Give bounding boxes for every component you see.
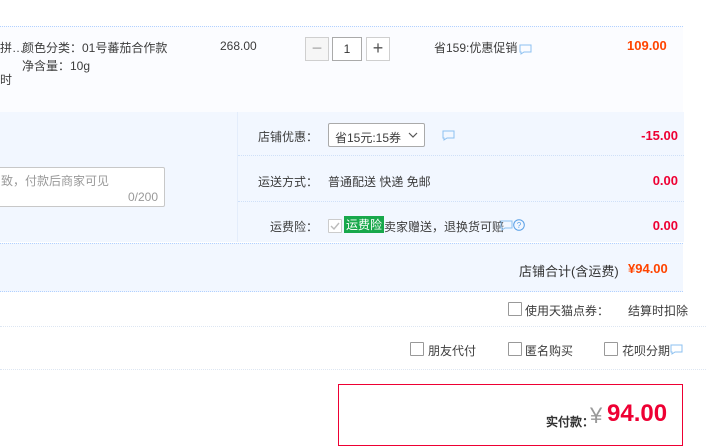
buyer-memo-input[interactable]: 致，付款后商家可见 0/200 [0, 167, 165, 207]
insurance-chat-icon[interactable] [500, 220, 513, 231]
svg-text:?: ? [517, 221, 522, 230]
item-subtotal: 109.00 [627, 38, 667, 53]
payment-label: 实付款： [546, 415, 595, 429]
discount-chat-icon[interactable] [442, 130, 455, 141]
item-title-fragment-2: 时 [0, 73, 13, 87]
divider [0, 326, 706, 327]
item-title-fragment[interactable]: 拼… [0, 39, 24, 56]
item-promo: 省159:优惠促销 [434, 41, 518, 55]
shop-total-amount: ¥94.00 [628, 261, 668, 276]
payment-summary-box: 实付款： ¥ 94.00 [338, 384, 683, 446]
friend-pay-label: 朋友代付 [428, 344, 477, 358]
shipping-amount: 0.00 [652, 173, 678, 188]
insurance-amount: 0.00 [652, 218, 678, 233]
tmall-points-checkbox[interactable] [508, 302, 522, 316]
shop-discount-amount: -15.00 [641, 128, 678, 143]
tmall-points-label: 使用天猫点券： [525, 304, 610, 318]
tmall-points-note: 结算时扣除 [628, 304, 689, 318]
anonymous-label: 匿名购买 [525, 344, 574, 358]
shop-discount-select[interactable]: 省15元:15券 [328, 123, 425, 147]
huabei-chat-icon[interactable] [670, 344, 683, 355]
anonymous-checkbox[interactable] [508, 342, 522, 356]
memo-counter: 0/200 [127, 190, 158, 204]
insurance-label: 运费险： [270, 220, 319, 234]
divider-2 [0, 369, 706, 370]
order-item-row: 拼… 时 颜色分类：01号蕃茄合作款 净含量：10g 268.00 − 1 + … [0, 26, 683, 113]
order-extra-area: 致，付款后商家可见 0/200 店铺优惠： 省15元:15券 -15.00 运送… [0, 112, 684, 242]
huabei-checkbox[interactable] [604, 342, 618, 356]
item-sku-color: 颜色分类：01号蕃茄合作款 [22, 41, 168, 55]
shop-total-row: 店铺合计(含运费) ¥94.00 [0, 243, 683, 292]
shop-discount-label: 店铺优惠： [258, 130, 319, 144]
payment-amount: 94.00 [607, 400, 668, 427]
quantity-input[interactable]: 1 [332, 37, 362, 61]
order-options-panel: 店铺优惠： 省15元:15券 -15.00 运送方式： 普通配送 快递 免邮 0… [237, 112, 684, 242]
item-sku-weight: 净含量：10g [22, 59, 91, 73]
huabei-label: 花呗分期 [622, 344, 671, 358]
check-icon [330, 222, 340, 231]
friend-pay-checkbox[interactable] [410, 342, 424, 356]
insurance-checkbox[interactable] [328, 219, 342, 233]
quantity-decrease-button[interactable]: − [305, 37, 329, 61]
shop-total-label: 店铺合计(含运费) [519, 264, 619, 279]
quantity-increase-button[interactable]: + [366, 37, 390, 61]
payment-currency: ¥ [590, 403, 603, 428]
insurance-row: 运费险： 运费险 卖家赠送，退换货可赔 ? 0.00 [238, 201, 684, 242]
promo-chat-icon[interactable] [519, 44, 532, 55]
shop-discount-selected: 省15元:15券 [335, 131, 402, 145]
insurance-badge: 运费险 [344, 216, 385, 233]
help-icon[interactable]: ? [513, 219, 525, 231]
shipping-row: 运送方式： 普通配送 快递 免邮 0.00 [238, 155, 684, 202]
item-unit-price: 268.00 [220, 39, 257, 53]
chevron-down-icon [408, 132, 418, 138]
shipping-value: 普通配送 快递 免邮 [328, 175, 431, 189]
shop-discount-row: 店铺优惠： 省15元:15券 -15.00 [238, 112, 684, 156]
memo-placeholder: 致，付款后商家可见 [1, 174, 110, 188]
shipping-label: 运送方式： [258, 175, 319, 189]
insurance-desc: 卖家赠送，退换货可赔 [384, 220, 505, 234]
